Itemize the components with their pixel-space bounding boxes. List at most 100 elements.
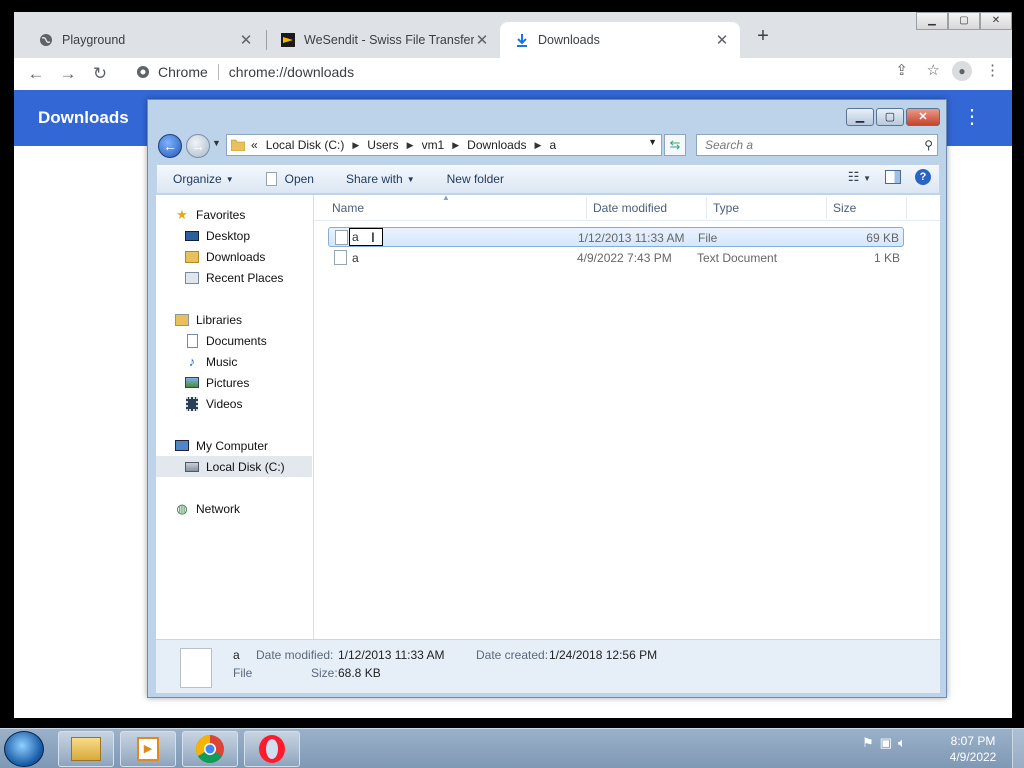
share-with-button[interactable]: Share with ▼ (326, 172, 427, 186)
column-size[interactable]: Size (833, 201, 856, 215)
sort-ascending-icon: ▲ (442, 193, 450, 202)
maximize-button[interactable]: ▢ (876, 108, 904, 126)
chevron-down-icon[interactable]: ▼ (648, 137, 657, 147)
clock[interactable]: 8:07 PM 4/9/2022 (940, 733, 1006, 765)
back-button[interactable]: ← (158, 134, 182, 158)
new-folder-button[interactable]: New folder (427, 172, 516, 186)
column-divider[interactable] (706, 197, 707, 219)
music-icon: ♪ (188, 354, 196, 369)
tab-downloads[interactable]: Downloads ✕ (500, 22, 740, 58)
open-label: Open (284, 172, 314, 186)
chevron-right-icon[interactable]: ▶ (352, 140, 359, 151)
details-modified-label: Date modified: (256, 648, 334, 662)
nav-videos[interactable]: Videos (156, 393, 312, 414)
file-preview-icon (180, 648, 212, 688)
minimize-button[interactable]: ▁ (846, 108, 874, 126)
nav-label: My Computer (196, 438, 269, 453)
browser-toolbar: ← → ↻ Chrome chrome://downloads ⇪ ☆ ● ⋮ (14, 58, 1012, 90)
close-window-button[interactable]: ✕ (906, 108, 940, 126)
nav-local-disk[interactable]: Local Disk (C:) (156, 456, 312, 477)
breadcrumb-item[interactable]: Local Disk (C:) (266, 138, 345, 152)
column-divider[interactable] (586, 197, 587, 219)
column-divider[interactable] (826, 197, 827, 219)
column-divider[interactable] (906, 197, 907, 219)
nav-favorites[interactable]: ★ Favorites (156, 204, 312, 225)
tab-strip: Playground ✕ WeSendit - Swiss File Trans… (14, 12, 1012, 58)
chevron-right-icon[interactable]: ▶ (407, 140, 414, 151)
nav-recent-places[interactable]: Recent Places (156, 267, 312, 288)
details-pane: a File Date modified: 1/12/2013 11:33 AM… (156, 639, 940, 693)
profile-avatar-icon[interactable]: ● (952, 61, 972, 81)
new-tab-button[interactable]: + (752, 26, 774, 48)
page-title: Downloads (38, 108, 129, 127)
column-type[interactable]: Type (713, 201, 739, 215)
download-icon (514, 32, 530, 48)
start-button[interactable] (4, 731, 44, 767)
taskbar-opera[interactable] (244, 731, 300, 767)
breadcrumb-item[interactable]: Users (367, 138, 398, 152)
forward-icon[interactable]: → (56, 62, 80, 86)
tab-playground[interactable]: Playground ✕ (24, 22, 264, 58)
wesendit-icon (280, 32, 296, 48)
show-desktop-button[interactable] (1012, 729, 1024, 768)
address-bar[interactable]: Chrome chrome://downloads ⇪ ☆ ● ⋮ (122, 58, 1002, 86)
close-icon[interactable]: ✕ (238, 31, 254, 49)
nav-downloads[interactable]: Downloads (156, 246, 312, 267)
nav-my-computer[interactable]: My Computer (156, 435, 312, 456)
details-created-label: Date created: (476, 648, 549, 662)
maximize-button[interactable]: ▢ (948, 12, 980, 30)
volume-icon[interactable]: 🔈︎ (898, 735, 906, 751)
share-icon[interactable]: ⇪ (895, 61, 908, 79)
document-icon (265, 172, 277, 186)
chevron-right-icon[interactable]: ▶ (535, 140, 542, 151)
column-date-modified[interactable]: Date modified (593, 201, 667, 215)
taskbar-chrome[interactable] (182, 731, 238, 767)
view-options-icon[interactable]: ☷ ▼ (848, 169, 871, 185)
reload-icon[interactable]: ↻ (88, 62, 112, 86)
more-actions-icon[interactable]: ⋮ (962, 104, 982, 129)
downloads-folder-icon (184, 249, 200, 265)
nav-pictures[interactable]: Pictures (156, 372, 312, 393)
search-icon[interactable]: ⚲ (924, 135, 933, 155)
file-row[interactable]: a I 1/12/2013 11:33 AM File 69 KB (328, 227, 904, 247)
forward-button[interactable]: → (186, 134, 210, 158)
chevron-right-icon[interactable]: ▶ (452, 140, 459, 151)
refresh-button[interactable]: ⇆ (664, 134, 686, 156)
details-name: a (233, 648, 240, 662)
menu-kebab-icon[interactable]: ⋮ (985, 61, 1000, 79)
action-center-flag-icon[interactable]: ⚑ (862, 735, 874, 751)
column-header: ▲ Name Date modified Type Size (314, 193, 940, 221)
nav-libraries[interactable]: Libraries (156, 309, 312, 330)
breadcrumb-item[interactable]: vm1 (422, 138, 445, 152)
breadcrumb-item[interactable]: a (549, 138, 556, 152)
nav-music[interactable]: ♪ Music (156, 351, 312, 372)
preview-pane-icon[interactable] (885, 170, 901, 184)
taskbar-explorer[interactable] (58, 731, 114, 767)
nav-desktop[interactable]: Desktop (156, 225, 312, 246)
nav-documents[interactable]: Documents (156, 330, 312, 351)
explorer-title-bar[interactable]: ▁ ▢ ✕ (148, 100, 946, 130)
bookmark-star-icon[interactable]: ☆ (927, 61, 940, 79)
breadcrumb-overflow[interactable]: « (251, 138, 258, 152)
close-icon[interactable]: ✕ (714, 31, 730, 49)
organize-button[interactable]: Organize ▼ (157, 172, 246, 186)
file-row[interactable]: a 4/9/2022 7:43 PM Text Document 1 KB (328, 248, 904, 268)
open-button[interactable]: Open (246, 172, 326, 186)
network-tray-icon[interactable]: ▣ (880, 735, 892, 751)
back-icon[interactable]: ← (24, 62, 48, 86)
nav-label: Local Disk (C:) (206, 459, 285, 474)
nav-network[interactable]: ◍ Network (156, 498, 312, 519)
recent-pages-dropdown[interactable]: ▼ (212, 138, 221, 148)
breadcrumb-item[interactable]: Downloads (467, 138, 526, 152)
help-icon[interactable]: ? (915, 169, 931, 185)
minimize-button[interactable]: ▁ (916, 12, 948, 30)
search-input[interactable]: Search a ⚲ (696, 134, 938, 156)
column-name[interactable]: Name (332, 201, 364, 215)
close-window-button[interactable]: ✕ (980, 12, 1012, 30)
nav-label: Music (206, 354, 238, 369)
taskbar-media-player[interactable]: ▶ (120, 731, 176, 767)
tab-wesendit[interactable]: WeSendit - Swiss File Transfer Se ✕ (266, 22, 500, 58)
breadcrumb[interactable]: « Local Disk (C:) ▶ Users ▶ vm1 ▶ Downlo… (226, 134, 662, 156)
rename-input[interactable]: a (349, 228, 383, 246)
close-icon[interactable]: ✕ (474, 31, 490, 49)
